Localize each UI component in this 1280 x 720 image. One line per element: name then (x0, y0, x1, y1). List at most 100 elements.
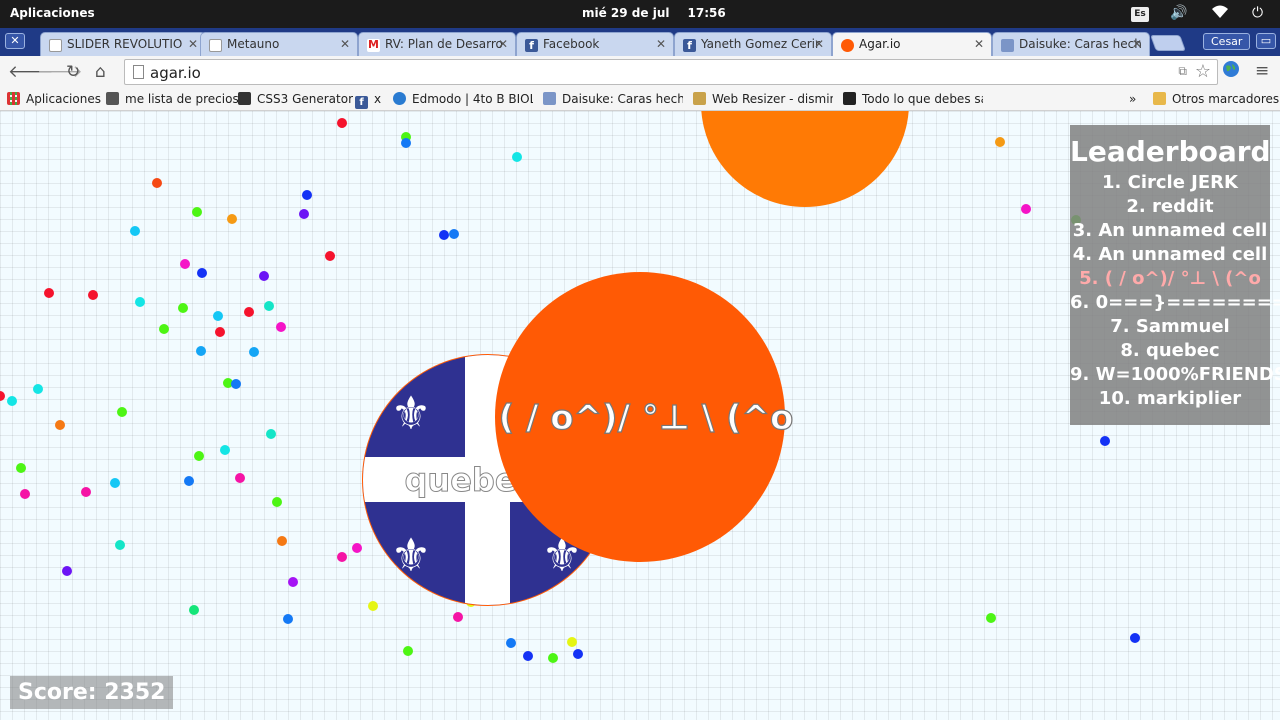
food-pellet (302, 190, 312, 200)
tab-metauno[interactable]: Metauno ✕ (200, 32, 358, 56)
food-pellet (573, 649, 583, 659)
tab-facebook[interactable]: f Facebook ✕ (516, 32, 674, 56)
extension-globe-icon[interactable] (1222, 60, 1240, 83)
blog-icon (543, 92, 556, 105)
bookmark-label: Web Resizer - disminu (712, 92, 833, 106)
bookmark-label: Edmodo | 4to B BIOL (412, 92, 533, 106)
address-bar-url[interactable]: agar.io (150, 64, 201, 82)
page-icon (209, 39, 222, 52)
close-icon[interactable]: ✕ (188, 37, 198, 51)
bookmarks-overflow-button[interactable]: » (1129, 92, 1136, 106)
food-pellet (196, 346, 206, 356)
close-icon[interactable]: ✕ (974, 37, 984, 51)
tab-daisuke[interactable]: Daisuke: Caras hech ✕ (992, 32, 1150, 56)
bookmark-label: CSS3 Generator (257, 92, 353, 106)
address-bar[interactable]: agar.io ⧉ ☆ (124, 59, 1218, 85)
resizer-icon (693, 92, 706, 105)
food-pellet (272, 497, 282, 507)
leaderboard-entry: 8. quebec (1120, 340, 1220, 361)
edmodo-icon (393, 92, 406, 105)
tab-agario[interactable]: Agar.io ✕ (832, 32, 992, 57)
tab-label: Yaneth Gomez Cerir (701, 37, 820, 51)
profile-button[interactable]: Cesar (1203, 33, 1251, 50)
tab-label: Agar.io (859, 37, 901, 51)
food-pellet (55, 420, 65, 430)
food-pellet (337, 118, 347, 128)
leaderboard-entry: 4. An unnamed cell (1072, 244, 1268, 265)
food-pellet (403, 646, 413, 656)
bookmark-other-folder[interactable]: Otros marcadores (1153, 92, 1279, 106)
facebook-icon: f (683, 39, 696, 52)
window-maximize-button[interactable]: ▭ (1256, 33, 1276, 49)
tab-gmail[interactable]: M RV: Plan de Desarro ✕ (358, 32, 516, 56)
bookmark-facebook-x[interactable]: fx (355, 92, 381, 109)
food-pellet (189, 605, 199, 615)
bookmark-star-icon[interactable]: ☆ (1195, 61, 1211, 82)
food-pellet (986, 613, 996, 623)
os-apps-menu[interactable]: Aplicaciones (10, 6, 95, 20)
facebook-icon: f (355, 96, 368, 109)
tab-slider-revolution[interactable]: SLIDER REVOLUTIO ✕ (40, 32, 206, 56)
bookmark-apps[interactable]: Aplicaciones (7, 92, 101, 106)
food-pellet (215, 327, 225, 337)
close-icon[interactable]: ✕ (1132, 37, 1142, 51)
bookmark-css3-generator[interactable]: CSS3 Generator (238, 92, 353, 106)
food-pellet (277, 536, 287, 546)
close-icon[interactable]: ✕ (814, 37, 824, 51)
bookmark-edmodo[interactable]: Edmodo | 4to B BIOL (393, 92, 533, 106)
bookmark-daisuke[interactable]: Daisuke: Caras hechas (543, 92, 683, 106)
fleur-de-lis-icon: ⚜ (390, 528, 431, 582)
close-icon[interactable]: ✕ (498, 37, 508, 51)
food-pellet (283, 614, 293, 624)
food-pellet (1100, 436, 1110, 446)
food-pellet (449, 229, 459, 239)
translate-icon[interactable]: ⧉ (1178, 64, 1187, 79)
food-pellet (213, 311, 223, 321)
bookmarks-bar: Aplicaciones me lista de precios CSS3 Ge… (0, 89, 1280, 111)
bookmark-label: me lista de precios (125, 92, 239, 106)
food-pellet (115, 540, 125, 550)
game-canvas[interactable]: ⚜ ⚜ ⚜ quebec ( / o^)/ °⊥ \ (^o Leaderboa… (0, 111, 1280, 720)
bookmark-price-list[interactable]: me lista de precios (106, 92, 239, 106)
food-pellet (0, 391, 5, 401)
bookmark-label: Aplicaciones (26, 92, 101, 106)
tab-facebook-profile[interactable]: f Yaneth Gomez Cerir ✕ (674, 32, 832, 56)
volume-icon[interactable]: 🔊 (1170, 5, 1187, 21)
food-pellet (512, 152, 522, 162)
food-pellet (368, 601, 378, 611)
keyboard-layout-indicator[interactable]: Es (1131, 7, 1149, 22)
os-time: 17:56 (687, 6, 726, 20)
leaderboard-entry: 6. 0===}=========> (1070, 292, 1280, 313)
close-icon[interactable]: ✕ (340, 37, 350, 51)
bookmark-web-resizer[interactable]: Web Resizer - disminu (693, 92, 833, 106)
reload-icon[interactable]: ↻ (66, 62, 80, 82)
leaderboard: Leaderboard 1. Circle JERK 2. reddit 3. … (1070, 125, 1280, 425)
player-cell: ( / o^)/ °⊥ \ (^o (495, 272, 794, 562)
food-pellet (1021, 204, 1031, 214)
food-pellet (117, 407, 127, 417)
bookmark-todo-lo-que[interactable]: Todo lo que debes sab (843, 92, 983, 106)
food-pellet (244, 307, 254, 317)
food-pellet (180, 259, 190, 269)
leaderboard-entry: 10. markiplier (1098, 388, 1242, 409)
os-clock[interactable]: mié 29 de jul 17:56 (582, 6, 744, 20)
home-icon[interactable]: ⌂ (95, 62, 106, 82)
food-pellet (152, 178, 162, 188)
close-icon[interactable]: ✕ (656, 37, 666, 51)
food-pellet (249, 347, 259, 357)
blog-icon (1001, 39, 1014, 52)
food-pellet (548, 653, 558, 663)
tab-label: SLIDER REVOLUTIO (67, 37, 183, 51)
os-top-bar: Aplicaciones mié 29 de jul 17:56 Es 🔊 ⏻ (0, 0, 1280, 28)
food-pellet (220, 445, 230, 455)
power-icon[interactable]: ⏻ (1252, 5, 1263, 21)
new-tab-button[interactable] (1150, 35, 1186, 51)
leaderboard-entry: 7. Sammuel (1110, 316, 1230, 337)
window-close-button[interactable]: ✕ (5, 33, 25, 49)
page-icon (843, 92, 856, 105)
menu-icon[interactable]: ≡ (1255, 61, 1269, 81)
wifi-icon[interactable] (1211, 5, 1229, 23)
leaderboard-entry: 1. Circle JERK (1101, 172, 1238, 193)
food-pellet (184, 476, 194, 486)
leaderboard-entry: 2. reddit (1126, 196, 1214, 217)
